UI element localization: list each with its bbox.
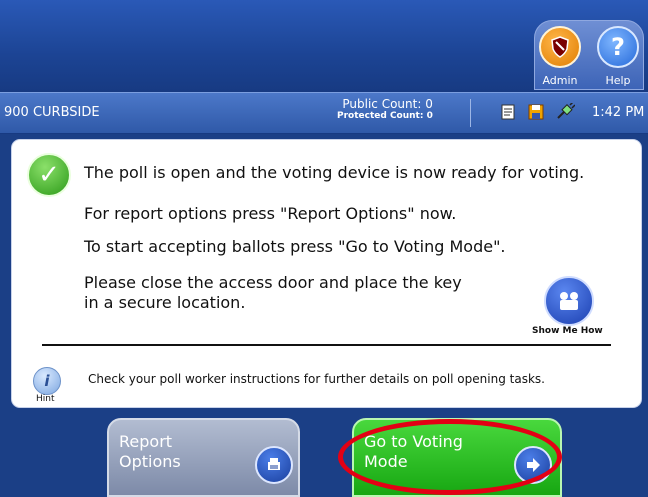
save-disk-icon [527, 103, 545, 125]
hint-text: Check your poll worker instructions for … [88, 372, 545, 386]
voting-mode-label: Go to Voting Mode [364, 432, 463, 472]
panel-divider [42, 344, 611, 346]
door-instructions-line1: Please close the access door and place t… [84, 273, 462, 292]
power-plug-icon [555, 101, 576, 125]
voting-mode-label-line1: Go to Voting [364, 432, 463, 451]
poll-open-message: The poll is open and the voting device i… [84, 163, 585, 182]
message-panel: ✓ The poll is open and the voting device… [11, 139, 642, 408]
show-me-how-label: Show Me How [532, 326, 603, 336]
shield-icon [539, 26, 581, 68]
report-options-label-line1: Report [119, 432, 173, 451]
top-bar: Admin ? Help [0, 0, 648, 92]
status-bar: 900 CURBSIDE Public Count: 0 Protected C… [0, 92, 648, 134]
printer-icon [255, 446, 293, 484]
public-count: Public Count: 0 [342, 97, 433, 111]
hint-label: Hint [36, 394, 55, 404]
report-options-button[interactable]: Report Options [107, 418, 300, 497]
count-display: Public Count: 0 Protected Count: 0 [337, 97, 433, 121]
arrow-right-icon [514, 446, 552, 484]
report-options-label-line2: Options [119, 452, 181, 471]
status-divider [470, 99, 471, 127]
show-me-how-button[interactable] [544, 276, 594, 326]
help-button[interactable]: ? Help [592, 26, 644, 88]
report-icon [499, 103, 517, 125]
admin-label: Admin [542, 74, 578, 87]
checkmark-icon: ✓ [27, 153, 71, 197]
voting-instructions: To start accepting ballots press "Go to … [84, 237, 506, 256]
go-to-voting-mode-button[interactable]: Go to Voting Mode [352, 418, 562, 497]
voting-mode-label-line2: Mode [364, 452, 408, 471]
protected-count: Protected Count: 0 [337, 111, 433, 121]
report-options-label: Report Options [119, 432, 181, 472]
camera-icon [560, 292, 578, 310]
info-icon[interactable]: i [33, 367, 61, 395]
report-instructions: For report options press "Report Options… [84, 204, 457, 223]
help-label: Help [605, 74, 631, 87]
admin-button[interactable]: Admin [534, 26, 586, 88]
clock-time: 1:42 PM [592, 105, 645, 120]
question-icon: ? [597, 26, 639, 68]
precinct-name: 900 CURBSIDE [4, 105, 100, 120]
door-instructions-line2: in a secure location. [84, 293, 246, 312]
